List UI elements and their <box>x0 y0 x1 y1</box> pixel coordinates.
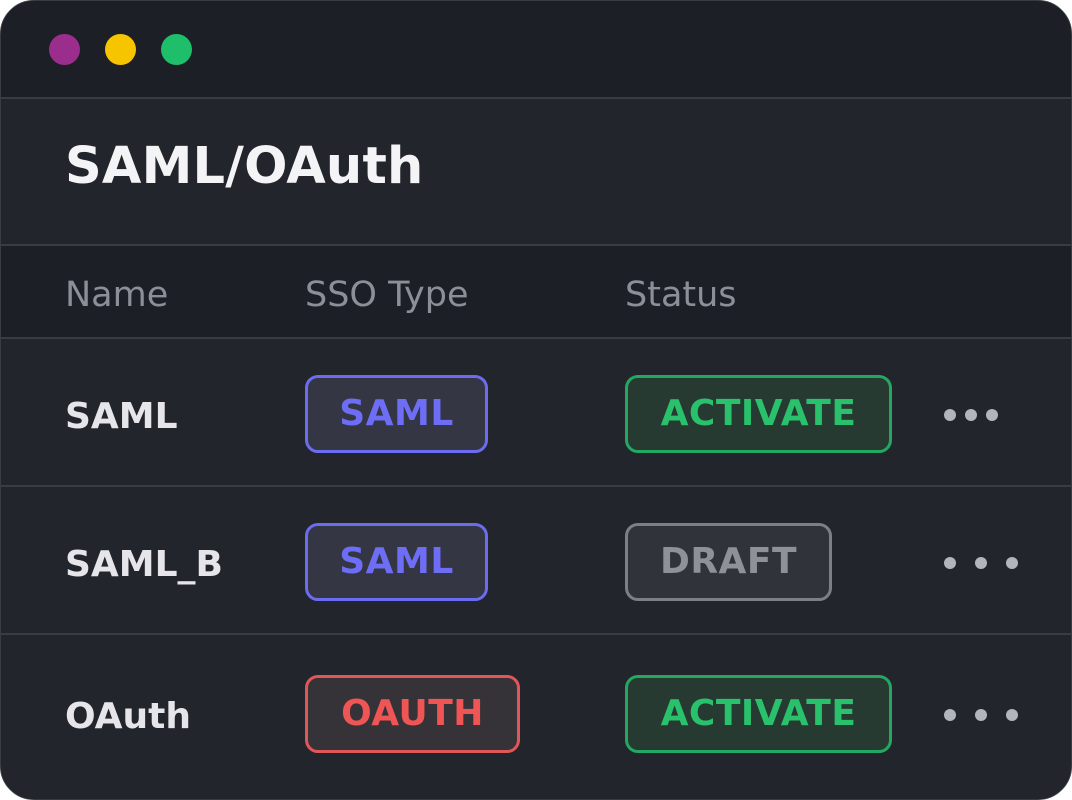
close-window-icon[interactable] <box>49 34 80 65</box>
more-dot <box>965 409 977 421</box>
status-badge: DRAFT <box>625 523 832 601</box>
status-badge: ACTIVATE <box>625 375 892 453</box>
more-horizontal-icon[interactable] <box>944 548 1018 578</box>
window-titlebar <box>1 1 1071 99</box>
more-horizontal-icon[interactable] <box>944 400 998 430</box>
more-dot <box>1006 709 1018 721</box>
row-name: OAuth <box>65 696 191 737</box>
page-title: SAML/OAuth <box>65 137 424 196</box>
maximize-window-icon[interactable] <box>161 34 192 65</box>
column-header-status: Status <box>625 275 737 315</box>
column-header-name: Name <box>65 275 169 315</box>
app-window: SAML/OAuth Name SSO Type Status SAML SAM… <box>0 0 1072 800</box>
more-dot <box>975 709 987 721</box>
minimize-window-icon[interactable] <box>105 34 136 65</box>
column-header-sso-type: SSO Type <box>305 275 469 315</box>
more-dot <box>944 557 956 569</box>
table-row[interactable]: OAuth OAUTH ACTIVATE <box>1 635 1071 799</box>
more-horizontal-icon[interactable] <box>944 700 1018 730</box>
more-dot <box>944 409 956 421</box>
more-dot <box>944 709 956 721</box>
table-row[interactable]: SAML_B SAML DRAFT <box>1 487 1071 635</box>
table-row[interactable]: SAML SAML ACTIVATE <box>1 339 1071 487</box>
more-dot <box>975 557 987 569</box>
sso-type-badge: SAML <box>305 523 488 601</box>
row-name: SAML_B <box>65 544 223 585</box>
sso-type-badge: OAUTH <box>305 675 520 753</box>
row-name: SAML <box>65 396 178 437</box>
sso-type-badge: SAML <box>305 375 488 453</box>
more-dot <box>1006 557 1018 569</box>
more-dot <box>986 409 998 421</box>
status-badge: ACTIVATE <box>625 675 892 753</box>
